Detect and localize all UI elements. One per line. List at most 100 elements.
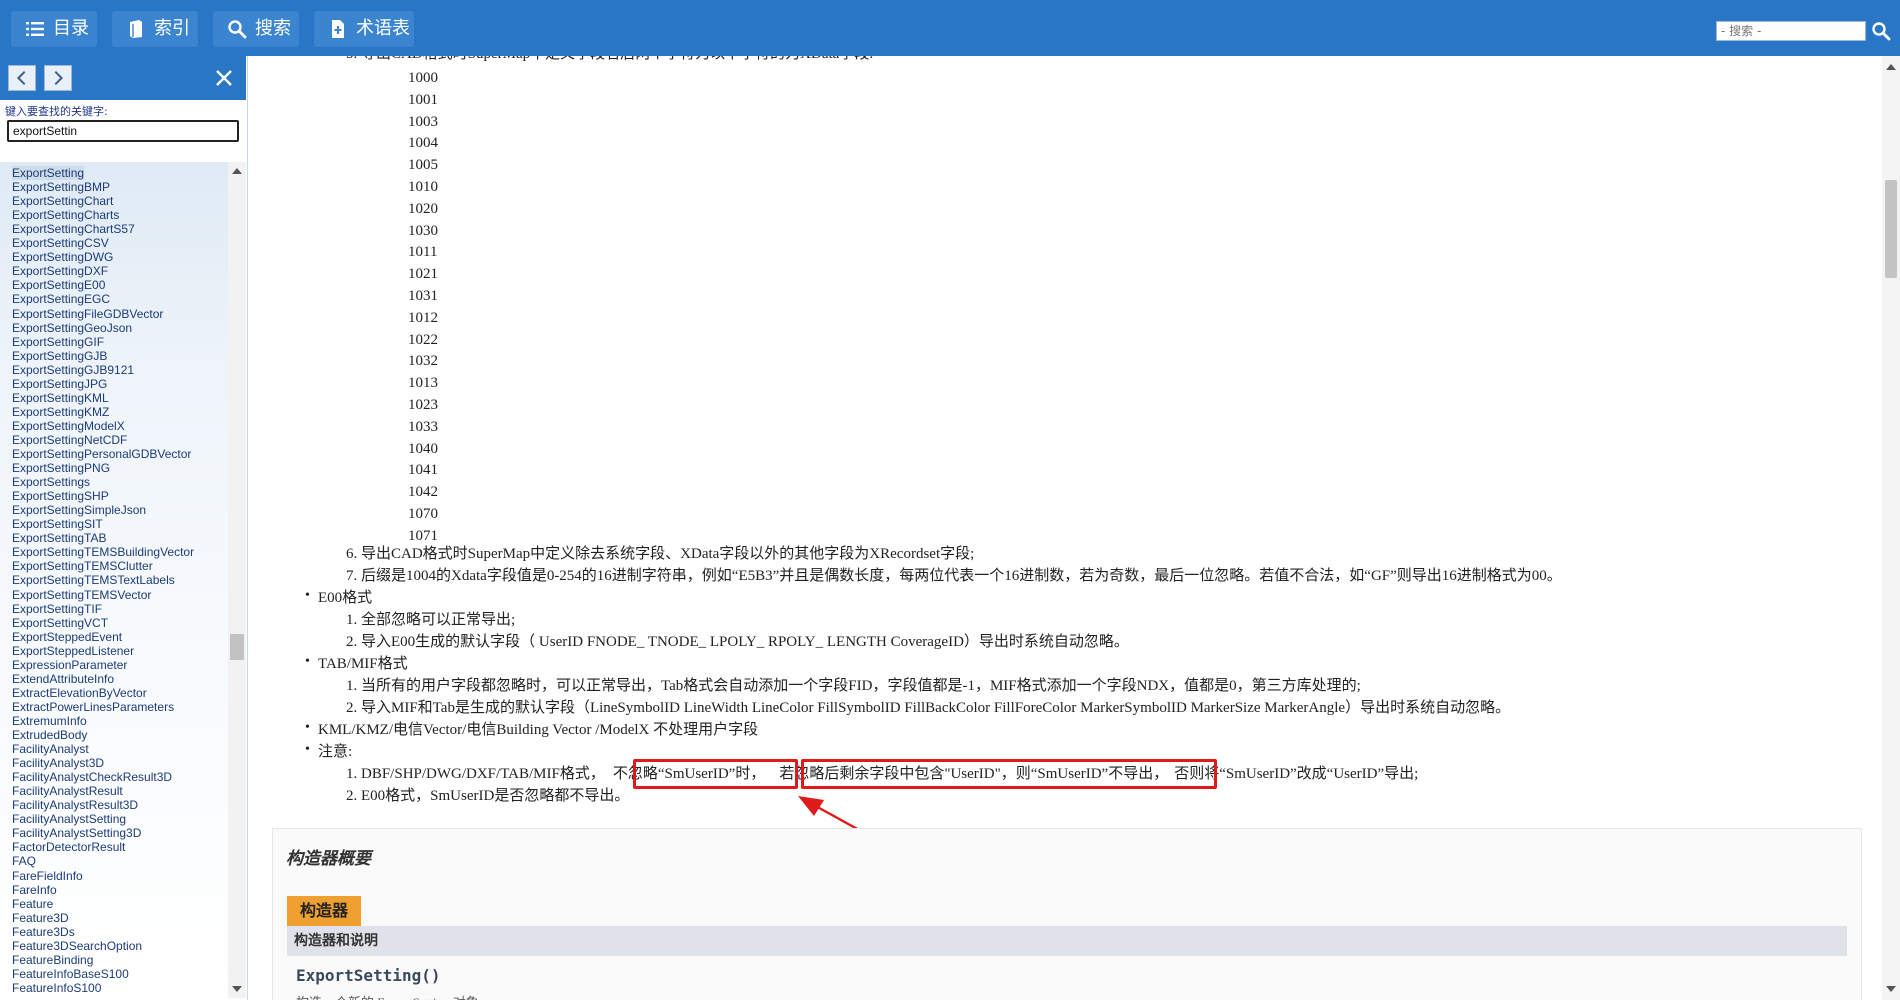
index-list-item[interactable]: FacilityAnalystSetting xyxy=(12,812,126,826)
index-list-item[interactable]: ExportSettingGIF xyxy=(12,335,104,349)
list-icon xyxy=(23,17,47,41)
index-list-item[interactable]: ExportSetting xyxy=(12,166,85,180)
index-list-item[interactable]: ExportSettingChart xyxy=(12,194,113,208)
index-list-item[interactable]: ExportSettings xyxy=(12,475,90,489)
next-button[interactable] xyxy=(44,65,72,91)
index-list-item[interactable]: ExportSettingSIT xyxy=(12,517,103,531)
index-list-item[interactable]: ExportSettingTEMSBuildingVector xyxy=(12,545,194,559)
keyword-label: 键入要查找的关键字: xyxy=(5,105,108,118)
note-1-prefix: 1. DBF/SHP/DWG/DXF/TAB/MIF格式， xyxy=(346,766,605,782)
content-scrollbar[interactable] xyxy=(1882,56,1900,1000)
index-list-item[interactable]: ExportSteppedEvent xyxy=(12,630,122,644)
index-list-item[interactable]: ExtremumInfo xyxy=(12,714,87,728)
index-list-item[interactable]: ExportSettingTEMSClutter xyxy=(12,559,153,573)
top-search-input[interactable] xyxy=(1716,21,1866,41)
index-list-item[interactable]: FeatureInfoS100 xyxy=(12,981,101,995)
previous-button[interactable] xyxy=(8,65,36,91)
index-list-item[interactable]: FareInfo xyxy=(12,883,57,897)
constructor-tab[interactable]: 构造器 xyxy=(287,896,361,926)
index-list-item[interactable]: ExpressionParameter xyxy=(12,658,127,672)
index-list-item[interactable]: ExportSettingBMP xyxy=(12,180,110,194)
constructor-link[interactable]: ExportSetting() xyxy=(296,966,441,985)
index-list-item[interactable]: Feature3Ds xyxy=(12,925,75,939)
index-list-item[interactable]: FeatureBinding xyxy=(12,953,93,967)
index-list-item[interactable]: ExportSettingTEMSVector xyxy=(12,588,151,602)
glossary-button[interactable]: 术语表 xyxy=(314,11,414,47)
index-list-item[interactable]: ExportSettingCSV xyxy=(12,236,109,250)
index-list-item[interactable]: ExportSettingDWG xyxy=(12,250,113,264)
index-list-item[interactable]: FacilityAnalystResult3D xyxy=(12,798,138,812)
index-list-item[interactable]: ExportSettingGJB9121 xyxy=(12,363,134,377)
scroll-thumb[interactable] xyxy=(1885,180,1897,278)
index-scrollbar[interactable] xyxy=(228,162,246,998)
constructor-table-header: 构造器和说明 xyxy=(287,926,1847,956)
index-panel: 键入要查找的关键字: ExportSettingExportSettingBMP… xyxy=(0,56,248,1000)
search-submit-icon[interactable] xyxy=(1868,18,1894,44)
scroll-up-icon[interactable] xyxy=(232,168,242,174)
bullet: • xyxy=(305,742,310,757)
close-panel-button[interactable] xyxy=(210,64,238,92)
index-list-item[interactable]: FareFieldInfo xyxy=(12,869,83,883)
index-list-item[interactable]: FacilityAnalystSetting3D xyxy=(12,826,141,840)
index-list-item[interactable]: FactorDetectorResult xyxy=(12,840,125,854)
item-7-text: 7. 后缀是1004的Xdata字段值是0-254的16进制字符串，例如“E5B… xyxy=(346,568,1562,584)
index-list-item[interactable]: ExportSettingPNG xyxy=(12,461,110,475)
index-list-item[interactable]: ExportSettingKMZ xyxy=(12,405,109,419)
index-list-item[interactable]: ExportSettingJPG xyxy=(12,377,107,391)
index-list-item[interactable]: ExportSettingFileGDBVector xyxy=(12,307,163,321)
index-list-item[interactable]: ExportSettingDXF xyxy=(12,264,108,278)
scroll-thumb[interactable] xyxy=(230,634,244,660)
index-list-item[interactable]: ExportSettingNetCDF xyxy=(12,433,127,447)
xdata-code: 1030 xyxy=(408,222,438,239)
index-list-item[interactable]: ExtractElevationByVector xyxy=(12,686,147,700)
index-list-item[interactable]: ExportSettingGJB xyxy=(12,349,107,363)
index-list-item[interactable]: ExportSettingTAB xyxy=(12,531,107,545)
index-list-item[interactable]: ExportSettingVCT xyxy=(12,616,108,630)
index-list-item[interactable]: ExportSettingEGC xyxy=(12,292,110,306)
index-list-item[interactable]: ExtractPowerLinesParameters xyxy=(12,700,174,714)
index-list-item[interactable]: ExportSteppedListener xyxy=(12,644,134,658)
index-list-item[interactable]: ExportSettingE00 xyxy=(12,278,105,292)
xdata-code: 1032 xyxy=(408,353,438,370)
index-list-item[interactable]: FeatureInfoBaseS100 xyxy=(12,967,129,981)
note-title: 注意: xyxy=(318,744,353,760)
index-list-item[interactable]: Feature3DSearchOption xyxy=(12,939,142,953)
index-list-item[interactable]: Feature xyxy=(12,897,53,911)
index-list-item[interactable]: ExportSettingSimpleJson xyxy=(12,503,146,517)
index-list-item[interactable]: ExportSettingKML xyxy=(12,391,109,405)
index-list-item[interactable]: ExportSettingModelX xyxy=(12,419,125,433)
index-list-item[interactable]: FacilityAnalystResult xyxy=(12,784,123,798)
index-list-item[interactable]: ExportSettingChartS57 xyxy=(12,222,135,236)
index-list-item[interactable]: ExportSettingGeoJson xyxy=(12,321,132,335)
search-icon xyxy=(225,17,249,41)
scroll-up-icon[interactable] xyxy=(1886,64,1896,70)
index-list-item[interactable]: ExportSettingTEMSTextLabels xyxy=(12,573,175,587)
index-list-item[interactable]: ExportSettingSHP xyxy=(12,489,109,503)
glossary-icon xyxy=(326,17,350,41)
index-list-item[interactable]: ExtrudedBody xyxy=(12,728,87,742)
index-list-item[interactable]: FacilityAnalyst3D xyxy=(12,756,104,770)
scroll-down-icon[interactable] xyxy=(1886,986,1896,992)
xdata-code: 1010 xyxy=(408,179,438,195)
index-list[interactable]: ExportSetting ExportSettingBMP ExportSetti… xyxy=(0,162,230,998)
toc-button[interactable]: 目录 xyxy=(11,11,97,47)
kml-title: KML/KMZ/电信Vector/电信Building Vector /Mode… xyxy=(318,722,759,738)
index-list-item[interactable]: FacilityAnalystCheckResult3D xyxy=(12,770,172,784)
tab-mif-item-1: 1. 当所有的用户字段都忽略时，可以正常导出，Tab格式会自动添加一个字段FID… xyxy=(346,678,1361,694)
index-list-item[interactable]: FAQ xyxy=(12,854,36,868)
keyword-input[interactable] xyxy=(7,120,239,142)
scroll-down-icon[interactable] xyxy=(232,986,242,992)
help-content: 5. 导出CAD格式时SuperMap中定义字段名后两个字符为以下字符的为XDa… xyxy=(250,56,1882,1000)
index-list-item[interactable]: ExportSettingTIF xyxy=(12,602,102,616)
index-list-item[interactable]: ExportSettingCharts xyxy=(12,208,119,222)
xdata-code: 1020 xyxy=(408,200,438,217)
book-icon xyxy=(124,17,148,41)
index-list-item[interactable]: ExtendAttributeInfo xyxy=(12,672,114,686)
search-tab-button[interactable]: 搜索 xyxy=(213,11,299,47)
index-list-item[interactable]: ExportSettingPersonalGDBVector xyxy=(12,447,191,461)
index-button[interactable]: 索引 xyxy=(112,11,198,47)
index-list-item[interactable]: Feature3D xyxy=(12,911,69,925)
xdata-code: 1040 xyxy=(408,440,438,457)
top-toolbar: 目录 索引 搜索 术语表 xyxy=(0,0,1900,56)
index-list-item[interactable]: FacilityAnalyst xyxy=(12,742,89,756)
